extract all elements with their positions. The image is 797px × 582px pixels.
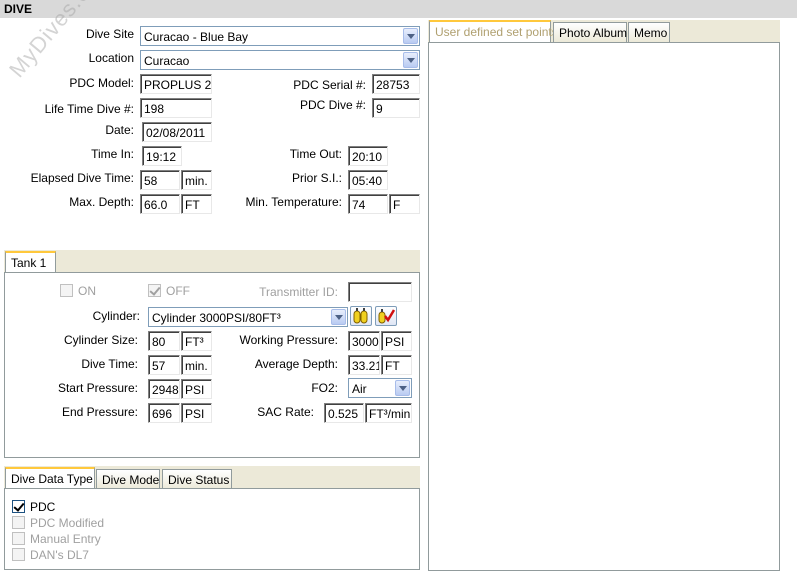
- average-depth-unit: FT: [381, 355, 412, 375]
- time-in-label: Time In:: [91, 147, 134, 161]
- on-label: ON: [78, 284, 96, 298]
- cylinder-size-unit: FT³: [181, 331, 212, 351]
- dans-dl7-checkbox[interactable]: [12, 548, 25, 561]
- cylinder-edit-icon: [378, 309, 396, 324]
- prior-si-field[interactable]: 05:40: [348, 170, 388, 190]
- max-depth-label: Max. Depth:: [69, 195, 134, 209]
- average-depth-field[interactable]: 33.21: [348, 355, 380, 375]
- dropdown-arrow-icon[interactable]: [403, 28, 418, 44]
- cylinder-edit-button[interactable]: [375, 306, 397, 326]
- time-in-field[interactable]: 19:12: [142, 146, 182, 166]
- tank-tabstrip: [4, 250, 420, 272]
- lifetime-dive-label: Life Time Dive #:: [44, 102, 134, 116]
- fo2-select[interactable]: Air: [348, 378, 412, 398]
- max-depth-field[interactable]: 66.0: [140, 194, 180, 214]
- off-checkbox[interactable]: [148, 284, 161, 297]
- pdc-dive-field[interactable]: 9: [372, 98, 420, 118]
- dive-site-label: Dive Site: [85, 27, 134, 41]
- cylinder-value: Cylinder 3000PSI/80FT³: [152, 311, 281, 325]
- min-temp-field[interactable]: 74: [348, 194, 388, 214]
- tab-user-defined-set-points[interactable]: User defined set points: [429, 20, 558, 42]
- min-temp-unit: F: [389, 194, 420, 214]
- lifetime-dive-field[interactable]: 198: [140, 98, 212, 118]
- sac-rate-unit: FT³/min: [365, 403, 412, 423]
- fo2-label: FO2:: [311, 381, 338, 395]
- location-select[interactable]: Curacao: [140, 50, 420, 70]
- set-points-panel: [428, 42, 780, 571]
- transmitter-id-field[interactable]: [348, 282, 412, 302]
- sac-rate-label: SAC Rate:: [257, 405, 314, 419]
- transmitter-id-label: Transmitter ID:: [259, 285, 338, 299]
- cylinder-icon: [353, 308, 368, 324]
- tab-memo[interactable]: Memo: [628, 22, 670, 42]
- tab-dive-data-type[interactable]: Dive Data Type: [5, 467, 95, 489]
- working-pressure-field[interactable]: 3000: [348, 331, 380, 351]
- on-checkbox[interactable]: [60, 284, 73, 297]
- dive-time-label: Dive Time:: [81, 357, 138, 371]
- cylinder-size-label: Cylinder Size:: [63, 333, 138, 347]
- average-depth-label: Average Depth:: [254, 357, 338, 371]
- dropdown-arrow-icon[interactable]: [395, 380, 410, 396]
- working-pressure-unit: PSI: [381, 331, 412, 351]
- end-pressure-label: End Pressure:: [61, 405, 138, 419]
- tab-dive-status[interactable]: Dive Status: [162, 469, 232, 489]
- pdc-modified-checkbox[interactable]: [12, 516, 25, 529]
- pdc-serial-field[interactable]: 28753: [372, 74, 420, 94]
- start-pressure-unit: PSI: [181, 379, 212, 399]
- location-label: Location: [88, 51, 134, 65]
- date-label: Date:: [105, 123, 134, 137]
- time-out-label: Time Out:: [289, 147, 342, 161]
- sac-rate-field[interactable]: 0.525: [324, 403, 364, 423]
- min-temp-label: Min. Temperature:: [245, 195, 343, 209]
- off-label: OFF: [166, 284, 190, 298]
- window-title: DIVE: [0, 0, 797, 18]
- elapsed-time-label: Elapsed Dive Time:: [30, 171, 134, 185]
- date-field[interactable]: 02/08/2011: [142, 122, 212, 142]
- max-depth-unit: FT: [181, 194, 212, 214]
- tab-dive-mode[interactable]: Dive Mode: [96, 469, 160, 489]
- working-pressure-label: Working Pressure:: [239, 333, 338, 347]
- cylinder-label: Cylinder:: [92, 309, 140, 323]
- dive-site-select[interactable]: Curacao - Blue Bay: [140, 26, 420, 46]
- dans-dl7-option-label: DAN's DL7: [30, 548, 89, 562]
- end-pressure-field[interactable]: 696: [148, 403, 180, 423]
- dive-site-value: Curacao - Blue Bay: [144, 30, 249, 44]
- time-out-field[interactable]: 20:10: [348, 146, 388, 166]
- cylinder-select[interactable]: Cylinder 3000PSI/80FT³: [148, 307, 348, 327]
- pdc-model-label: PDC Model:: [69, 76, 134, 90]
- dropdown-arrow-icon[interactable]: [331, 309, 346, 325]
- pdc-option-label: PDC: [30, 500, 56, 514]
- tab-tank-1[interactable]: Tank 1: [5, 251, 56, 273]
- manual-entry-checkbox[interactable]: [12, 532, 25, 545]
- start-pressure-label: Start Pressure:: [57, 381, 138, 395]
- dropdown-arrow-icon[interactable]: [403, 52, 418, 68]
- pdc-checkbox[interactable]: [12, 500, 25, 513]
- fo2-value: Air: [352, 382, 367, 396]
- tab-photo-album[interactable]: Photo Album: [553, 22, 627, 42]
- prior-si-label: Prior S.I.:: [291, 171, 342, 185]
- end-pressure-unit: PSI: [181, 403, 212, 423]
- cylinder-library-button[interactable]: [350, 306, 372, 326]
- pdc-serial-label: PDC Serial #:: [293, 78, 366, 92]
- dive-time-field[interactable]: 57: [148, 355, 180, 375]
- pdc-model-field[interactable]: PROPLUS 2: [140, 74, 212, 94]
- cylinder-size-field[interactable]: 80: [148, 331, 180, 351]
- elapsed-time-unit: min.: [181, 170, 212, 190]
- elapsed-time-field[interactable]: 58: [140, 170, 180, 190]
- location-value: Curacao: [144, 54, 190, 68]
- start-pressure-field[interactable]: 2948: [148, 379, 180, 399]
- pdc-modified-option-label: PDC Modified: [30, 516, 105, 530]
- dive-time-unit: min.: [181, 355, 212, 375]
- pdc-dive-label: PDC Dive #:: [299, 98, 366, 112]
- manual-entry-option-label: Manual Entry: [30, 532, 101, 546]
